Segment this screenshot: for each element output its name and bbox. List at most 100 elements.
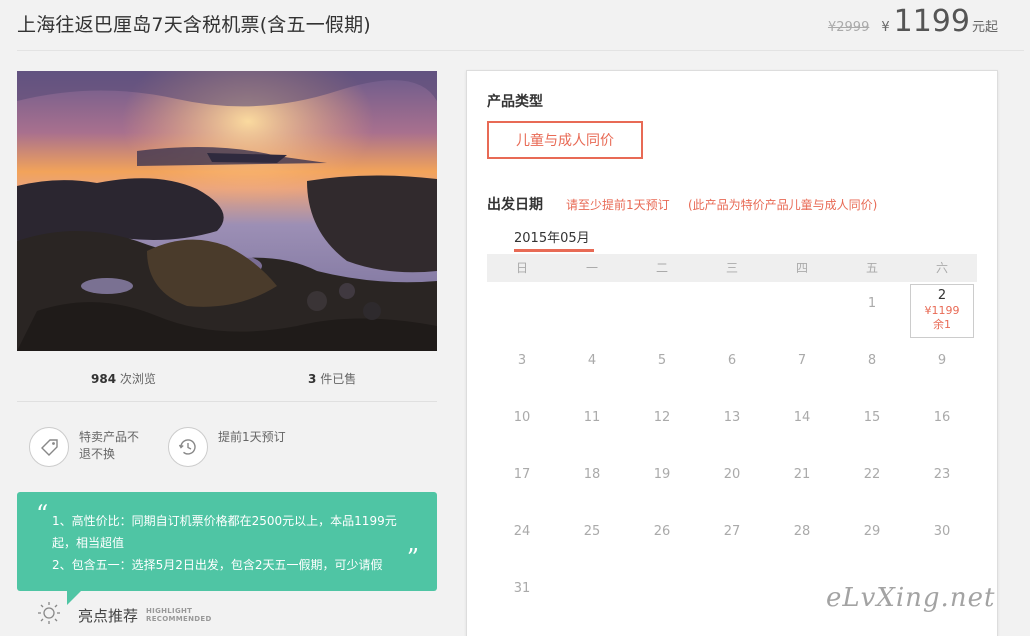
weekday-label: 五 [865, 261, 878, 275]
calendar-day[interactable]: 21 [770, 455, 834, 509]
calendar-day[interactable]: 29 [840, 512, 904, 566]
calendar-day[interactable]: 28 [770, 512, 834, 566]
day-number: 9 [937, 353, 947, 368]
advance-booking-note: 请至少提前1天预订 [566, 198, 670, 212]
highlight-label-en: HIGHLIGHT RECOMMENDED [146, 607, 212, 623]
day-number: 10 [513, 410, 531, 425]
weekday-label: 六 [935, 261, 948, 275]
original-price: ¥2999 [827, 20, 870, 35]
highlight-line-1: 1、高性价比：同期自订机票价格都在2500元以上，本品1199元起，相当超值 [52, 514, 397, 550]
calendar-day[interactable]: 26 [630, 512, 694, 566]
sold-stat: 3 件已售 [308, 370, 356, 387]
day-number: 15 [863, 410, 881, 425]
calendar-day[interactable]: 14 [770, 398, 834, 452]
calendar-weekday-header: 日一二三四五六 [487, 254, 977, 282]
calendar-day[interactable]: 24 [490, 512, 554, 566]
booking-panel: 产品类型 儿童与成人同价 出发日期 请至少提前1天预订 (此产品为特价产品儿童与… [466, 70, 998, 636]
quote-open-icon: “ [36, 500, 49, 528]
product-type-option[interactable]: 儿童与成人同价 [487, 121, 643, 159]
highlight-box: “ 1、高性价比：同期自订机票价格都在2500元以上，本品1199元起，相当超值… [17, 492, 437, 591]
day-number: 4 [587, 353, 597, 368]
views-count: 984 [91, 372, 117, 386]
calendar-day[interactable]: 4 [560, 341, 624, 395]
feature-no-refund: 特卖产品不退不换 [29, 427, 147, 467]
current-price: 1199 [893, 4, 970, 39]
weekday-label: 二 [655, 261, 668, 275]
price-box: ¥2999 ¥ 1199 元起 [828, 4, 998, 39]
day-number: 20 [723, 467, 741, 482]
calendar-day[interactable]: 30 [910, 512, 974, 566]
day-number: 1 [867, 296, 877, 311]
day-number: 8 [867, 353, 877, 368]
highlight-en-line-1: HIGHLIGHT [146, 607, 193, 615]
watermark: eLvXing.net [826, 583, 996, 613]
tag-icon [29, 427, 69, 467]
calendar-day[interactable]: 13 [700, 398, 764, 452]
calendar-day[interactable]: 9 [910, 341, 974, 395]
day-number: 27 [723, 524, 741, 539]
calendar-day[interactable]: 7 [770, 341, 834, 395]
day-number: 22 [863, 467, 881, 482]
calendar-day[interactable]: 22 [840, 455, 904, 509]
day-number: 30 [933, 524, 951, 539]
calendar-day[interactable]: 16 [910, 398, 974, 452]
calendar-day[interactable]: 11 [560, 398, 624, 452]
day-number: 28 [793, 524, 811, 539]
day-number: 16 [933, 410, 951, 425]
day-number: 18 [583, 467, 601, 482]
calendar-day[interactable]: 12 [630, 398, 694, 452]
day-number: 21 [793, 467, 811, 482]
calendar-day[interactable]: 15 [840, 398, 904, 452]
sunset-seascape-image [17, 71, 437, 351]
page-header: 上海往返巴厘岛7天含税机票(含五一假期) ¥2999 ¥ 1199 元起 [0, 0, 1030, 50]
views-stat: 984 次浏览 [91, 370, 156, 387]
day-number: 12 [653, 410, 671, 425]
day-number: 29 [863, 524, 881, 539]
product-title: 上海往返巴厘岛7天含税机票(含五一假期) [17, 14, 371, 36]
day-number: 31 [513, 581, 531, 596]
calendar-day[interactable]: 23 [910, 455, 974, 509]
day-number: 3 [517, 353, 527, 368]
day-number: 23 [933, 467, 951, 482]
calendar-day[interactable]: 5 [630, 341, 694, 395]
calendar-day[interactable]: 3 [490, 341, 554, 395]
day-number: 19 [653, 467, 671, 482]
calendar-day[interactable]: 25 [560, 512, 624, 566]
calendar-day-available[interactable]: 2 ¥1199 余1 [910, 284, 974, 338]
price-policy-note: (此产品为特价产品儿童与成人同价) [688, 198, 878, 212]
calendar-day[interactable]: 10 [490, 398, 554, 452]
calendar-month-tab[interactable]: 2015年05月 [514, 227, 590, 246]
highlight-recommend: 亮点推荐 HIGHLIGHT RECOMMENDED [36, 600, 212, 630]
feature-text: 特卖产品不退不换 [79, 430, 140, 461]
calendar-day[interactable]: 20 [700, 455, 764, 509]
calendar-day[interactable]: 17 [490, 455, 554, 509]
sold-label: 件已售 [320, 372, 357, 386]
currency-symbol: ¥ [881, 20, 890, 35]
product-type-label: 产品类型 [487, 94, 543, 110]
product-photo[interactable] [17, 71, 437, 351]
calendar-day[interactable]: 8 [840, 341, 904, 395]
highlight-en-line-2: RECOMMENDED [146, 615, 212, 623]
sun-icon [36, 600, 62, 630]
header-divider [17, 50, 1024, 51]
highlight-label: 亮点推荐 [78, 606, 139, 625]
calendar-day[interactable]: 1 [840, 284, 904, 338]
day-number: 5 [657, 353, 667, 368]
month-tab-underline [514, 249, 594, 252]
day-number: 14 [793, 410, 811, 425]
day-price: ¥1199 [924, 304, 960, 317]
day-number: 6 [727, 353, 737, 368]
weekday-label: 日 [515, 261, 528, 275]
day-remaining: 余1 [933, 318, 951, 331]
calendar-day[interactable]: 18 [560, 455, 624, 509]
calendar-day[interactable]: 6 [700, 341, 764, 395]
quote-close-icon: ” [406, 544, 419, 572]
calendar-day[interactable]: 27 [700, 512, 764, 566]
calendar-day[interactable]: 19 [630, 455, 694, 509]
calendar-day[interactable]: 31 [490, 569, 554, 623]
price-suffix: 元起 [971, 20, 998, 35]
feature-text: 提前1天预订 [218, 430, 286, 444]
product-stats: 984 次浏览 3 件已售 [17, 362, 437, 400]
sold-count: 3 [308, 372, 317, 386]
day-number: 25 [583, 524, 601, 539]
